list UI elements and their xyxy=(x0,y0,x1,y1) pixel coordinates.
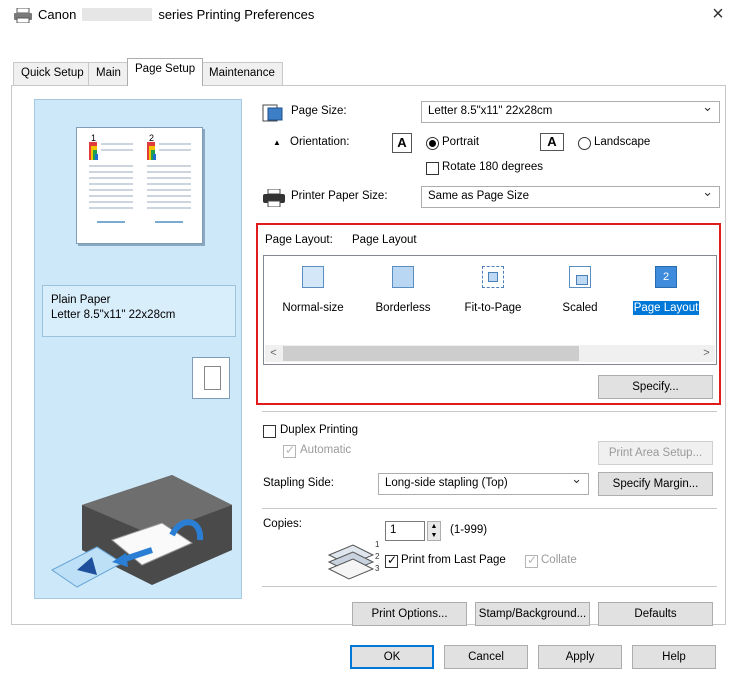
help-button[interactable]: Help xyxy=(632,645,716,669)
preview-page-number-2: 2 xyxy=(149,133,154,143)
layout-option-label: Scaled xyxy=(562,302,598,314)
duplex-printing-label: Duplex Printing xyxy=(280,424,358,436)
automatic-checkbox[interactable] xyxy=(283,443,296,458)
two-page-layout-preview: 1 2 xyxy=(89,133,191,223)
copies-label: Copies: xyxy=(263,518,302,530)
rotate-180-checkbox[interactable] xyxy=(426,162,439,175)
preview-page-number-1: 1 xyxy=(91,133,96,143)
page-layout-label: Page Layout: xyxy=(265,234,333,246)
printer-app-icon xyxy=(14,8,32,23)
window-title: Canon series Printing Preferences xyxy=(38,7,314,22)
landscape-radio[interactable] xyxy=(578,137,591,150)
divider xyxy=(262,586,717,587)
printer-illustration-icon xyxy=(51,475,232,588)
page-layout-icon: 2 xyxy=(655,266,677,288)
borderless-icon xyxy=(392,266,414,288)
tab-page-setup[interactable]: Page Setup xyxy=(127,58,204,86)
tab-main[interactable]: Main xyxy=(88,62,129,85)
layout-option-label: Borderless xyxy=(375,302,431,314)
scroll-right-icon[interactable]: > xyxy=(698,345,715,362)
rotate-180-label: Rotate 180 degrees xyxy=(442,161,544,173)
defaults-button[interactable]: Defaults xyxy=(598,602,713,626)
printer-paper-size-icon xyxy=(263,189,285,207)
tab-quick-setup[interactable]: Quick Setup xyxy=(13,62,92,85)
collate-label: Collate xyxy=(541,554,577,566)
svg-text:3: 3 xyxy=(375,564,380,573)
layout-option-normal-size[interactable]: Normal-size xyxy=(273,262,353,332)
automatic-label: Automatic xyxy=(300,444,352,456)
portrait-label: Portrait xyxy=(442,136,480,148)
landscape-label: Landscape xyxy=(594,136,651,148)
layout-option-fit-to-page[interactable]: Fit-to-Page xyxy=(453,262,533,332)
paper-orientation-icon xyxy=(192,357,230,399)
print-from-last-page-label: Print from Last Page xyxy=(401,554,506,566)
stapling-side-label: Stapling Side: xyxy=(263,477,334,489)
normal-size-icon xyxy=(302,266,324,288)
page-size-label: Page Size: xyxy=(291,105,347,117)
tab-maintenance[interactable]: Maintenance xyxy=(201,62,283,85)
layout-horizontal-scrollbar[interactable]: < > xyxy=(265,345,715,362)
scaled-icon xyxy=(569,266,591,288)
page-size-icon xyxy=(262,104,283,122)
cancel-button[interactable]: Cancel xyxy=(444,645,528,669)
svg-text:2: 2 xyxy=(375,552,380,561)
window-title-suffix: series Printing Preferences xyxy=(158,7,315,22)
divider xyxy=(262,411,717,412)
layout-option-label: Normal-size xyxy=(282,302,344,314)
ok-button[interactable]: OK xyxy=(350,645,434,669)
print-from-last-page-checkbox[interactable] xyxy=(385,553,398,568)
layout-option-scaled[interactable]: Scaled xyxy=(540,262,620,332)
layout-option-borderless[interactable]: Borderless xyxy=(363,262,443,332)
portrait-icon: A xyxy=(392,133,412,153)
collate-checkbox[interactable] xyxy=(525,553,538,568)
paper-info-box: Plain Paper Letter 8.5"x11" 22x28cm xyxy=(42,285,236,337)
duplex-printing-checkbox[interactable] xyxy=(263,425,276,438)
close-icon[interactable]: × xyxy=(706,2,730,26)
bullet-icon: ▲ xyxy=(273,138,281,147)
redacted-model-name xyxy=(82,8,153,21)
layout-preview-sheet: 1 2 xyxy=(76,127,203,244)
divider xyxy=(262,508,717,509)
copies-range: (1-999) xyxy=(450,524,488,536)
stapling-side-select[interactable]: Long-side stapling (Top) xyxy=(378,473,589,495)
svg-text:1: 1 xyxy=(375,540,380,549)
stamp-background-button[interactable]: Stamp/Background... xyxy=(475,602,590,626)
portrait-radio[interactable] xyxy=(426,137,439,150)
layout-option-page-layout[interactable]: 2 Page Layout xyxy=(626,262,706,332)
copies-spinner-icon[interactable]: ▲ ▼ xyxy=(427,521,441,541)
printer-paper-size-label: Printer Paper Size: xyxy=(291,190,388,202)
copies-input[interactable]: 1 xyxy=(385,521,425,541)
specify-button[interactable]: Specify... xyxy=(598,375,713,399)
layout-option-label: Page Layout xyxy=(633,301,699,315)
page-layout-current: Page Layout xyxy=(352,234,417,246)
scrollbar-thumb[interactable] xyxy=(283,346,579,361)
specify-margin-button[interactable]: Specify Margin... xyxy=(598,472,713,496)
printer-paper-size-select[interactable]: Same as Page Size xyxy=(421,186,720,208)
fit-to-page-icon xyxy=(482,266,504,288)
window-title-prefix: Canon xyxy=(38,7,77,22)
apply-button[interactable]: Apply xyxy=(538,645,622,669)
page-size-select[interactable]: Letter 8.5"x11" 22x28cm xyxy=(421,101,720,123)
landscape-icon: A xyxy=(540,133,564,151)
print-options-button[interactable]: Print Options... xyxy=(352,602,467,626)
media-type-text: Plain Paper xyxy=(51,294,111,306)
print-area-setup-button[interactable]: Print Area Setup... xyxy=(598,441,713,465)
orientation-label: Orientation: xyxy=(290,136,350,148)
layout-option-label: Fit-to-Page xyxy=(464,302,522,314)
page-layout-list[interactable]: Normal-size Borderless Fit-to-Page Scale… xyxy=(263,255,717,365)
paper-size-text: Letter 8.5"x11" 22x28cm xyxy=(51,309,176,321)
scroll-left-icon[interactable]: < xyxy=(265,345,282,362)
copies-stack-icon: 1 2 3 xyxy=(327,540,380,580)
